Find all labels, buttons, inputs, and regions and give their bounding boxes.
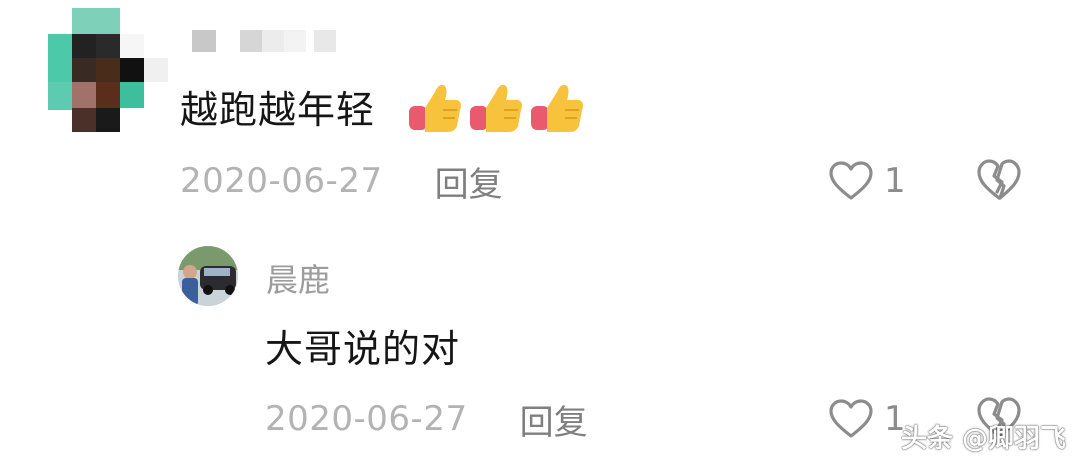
watermark: 头条 @卿羽飞 — [900, 424, 1066, 454]
reply-username[interactable]: 晨鹿 — [266, 255, 330, 301]
username-redacted[interactable] — [190, 30, 340, 54]
heart-outline-icon — [829, 161, 873, 200]
like-count: 1 — [884, 161, 906, 201]
like-button[interactable]: 1 — [828, 156, 906, 206]
reply-date: 2020-06-27 — [265, 399, 468, 439]
thumbs-up-icon — [531, 84, 583, 132]
thumbs-up-icon — [470, 84, 522, 132]
reply-avatar[interactable] — [178, 246, 238, 306]
reply-meta: 2020-06-27 回复 — [265, 394, 588, 444]
reply-button[interactable]: 回复 — [435, 157, 503, 206]
comment-meta: 2020-06-27 回复 — [180, 156, 503, 206]
heart-outline-icon — [829, 399, 873, 438]
comment-text: 越跑越年轻 — [180, 88, 376, 132]
reply-text: 大哥说的对 — [265, 327, 461, 371]
dislike-button[interactable] — [976, 158, 1022, 206]
reply-like-button[interactable]: 1 — [828, 394, 906, 444]
reply-reply-button[interactable]: 回复 — [520, 395, 588, 444]
broken-heart-icon — [977, 159, 1021, 200]
comment-thread: 越跑越年轻 2020-06-27 回复 1 晨鹿 大哥说的对 2020-06-2… — [0, 0, 1080, 467]
comment-date: 2020-06-27 — [180, 161, 383, 201]
emoji-group — [405, 76, 585, 136]
avatar-photo — [178, 246, 238, 306]
thumbs-up-icon — [409, 84, 461, 132]
avatar[interactable] — [48, 8, 168, 132]
